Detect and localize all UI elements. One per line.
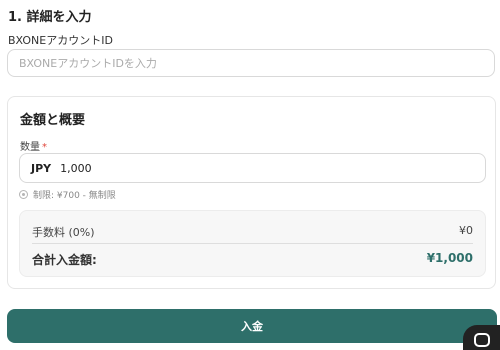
required-asterisk: * [42,142,47,153]
limit-text: 制限: ¥700 - 無制限 [33,191,116,201]
amount-summary-card: 金額と概要 数量* JPY 制限: ¥700 - 無制限 手数料 (0%) ¥0… [7,96,496,289]
fee-value: ¥0 [459,224,473,237]
fee-label: 手数料 (0%) [32,226,95,239]
amount-input[interactable] [60,161,485,175]
amount-field[interactable]: JPY [19,153,486,183]
account-id-input[interactable] [7,49,495,77]
section-title-enter-details: 1. 詳細を入力 [8,10,92,25]
deposit-button[interactable]: 入金 [7,309,497,343]
total-deposit-label: 合計入金額: [32,253,97,267]
amount-summary-title: 金額と概要 [20,113,86,128]
account-id-label: BXONEアカウントID [8,34,113,47]
limit-info: 制限: ¥700 - 無制限 [19,188,116,201]
fee-summary-panel: 手数料 (0%) ¥0 合計入金額: ¥1,000 [19,210,486,277]
quantity-label: 数量 * [20,138,47,153]
chat-icon [474,333,490,347]
quantity-label-text: 数量 [20,142,40,153]
chat-launcher-button[interactable] [463,325,500,350]
currency-code: JPY [31,161,52,175]
summary-divider [32,243,473,244]
info-icon [19,190,28,199]
total-deposit-value: ¥1,000 [426,251,473,265]
